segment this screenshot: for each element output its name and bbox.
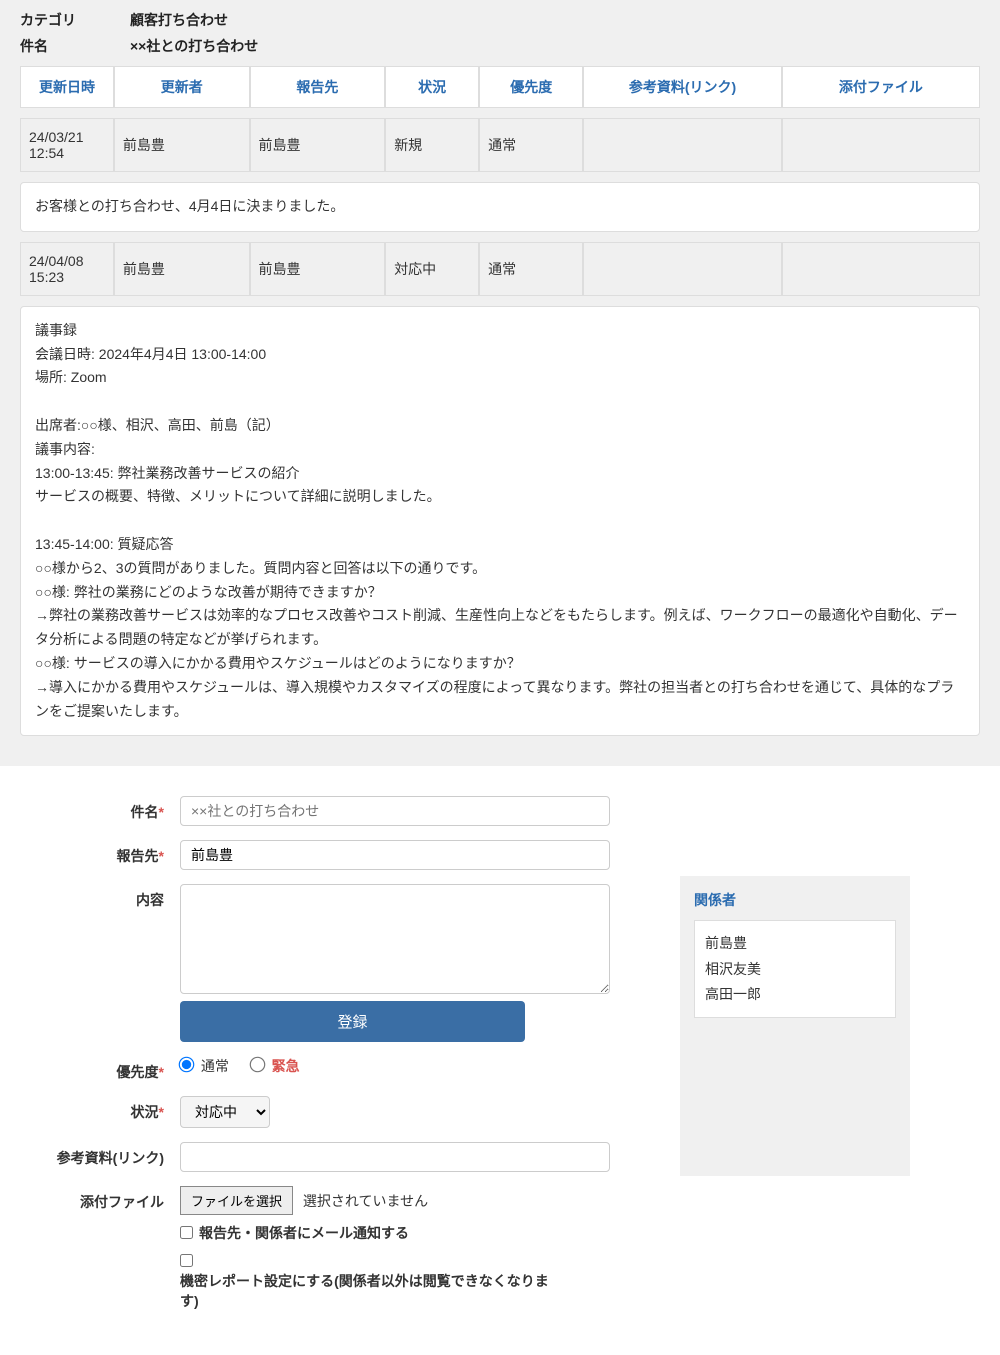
cell-attachment <box>782 242 980 296</box>
cell-date: 24/04/08 15:23 <box>20 242 114 296</box>
cell-report-to: 前島豊 <box>250 242 386 296</box>
history-entry: 24/04/08 15:23 前島豊 前島豊 対応中 通常 <box>20 242 980 296</box>
cell-priority: 通常 <box>479 118 583 172</box>
related-person: 相沢友美 <box>705 957 885 982</box>
col-attachment: 添付ファイル <box>782 66 980 108</box>
priority-urgent-option[interactable]: 緊急 <box>251 1058 300 1074</box>
status-select[interactable]: 対応中 <box>180 1096 270 1128</box>
cell-status: 新規 <box>385 118 479 172</box>
col-report-to: 報告先 <box>250 66 386 108</box>
content-field-label: 内容 <box>20 884 180 910</box>
col-updated-at: 更新日時 <box>20 66 114 108</box>
cell-updater: 前島豊 <box>114 242 250 296</box>
report-to-input[interactable] <box>180 840 610 870</box>
category-label: カテゴリ <box>20 10 130 30</box>
subject-field-label: 件名* <box>20 796 180 822</box>
cell-status: 対応中 <box>385 242 479 296</box>
file-status-text: 選択されていません <box>303 1193 428 1209</box>
reference-field-label: 参考資料(リンク) <box>20 1142 180 1168</box>
related-list: 前島豊 相沢友美 高田一郎 <box>694 920 896 1018</box>
attachment-field-label: 添付ファイル <box>20 1186 180 1212</box>
related-panel: 関係者 前島豊 相沢友美 高田一郎 <box>680 876 910 1176</box>
history-note: 議事録 会議日時: 2024年4月4日 13:00-14:00 場所: Zoom… <box>20 306 980 737</box>
file-select-button[interactable]: ファイルを選択 <box>180 1186 293 1215</box>
priority-normal-option[interactable]: 通常 <box>180 1058 229 1074</box>
cell-attachment <box>782 118 980 172</box>
cell-reference <box>583 242 781 296</box>
history-note: お客様との打ち合わせ、4月4日に決まりました。 <box>20 182 980 232</box>
notify-checkbox[interactable] <box>180 1226 193 1239</box>
category-value: 顧客打ち合わせ <box>130 10 228 30</box>
history-entry: 24/03/21 12:54 前島豊 前島豊 新規 通常 <box>20 118 980 172</box>
col-updated-by: 更新者 <box>114 66 250 108</box>
cell-date: 24/03/21 12:54 <box>20 118 114 172</box>
related-title: 関係者 <box>694 890 896 910</box>
related-person: 前島豊 <box>705 931 885 956</box>
report-to-field-label: 報告先* <box>20 840 180 866</box>
confidential-checkbox[interactable] <box>180 1254 193 1267</box>
confidential-label: 機密レポート設定にする(関係者以外は閲覧できなくなります) <box>180 1271 560 1311</box>
table-row: 24/03/21 12:54 前島豊 前島豊 新規 通常 <box>20 118 980 172</box>
col-status: 状況 <box>385 66 479 108</box>
content-textarea[interactable] <box>180 884 610 994</box>
meta-category: カテゴリ 顧客打ち合わせ <box>20 10 980 30</box>
meta-subject: 件名 ××社との打ち合わせ <box>20 36 980 56</box>
subject-value: ××社との打ち合わせ <box>130 36 258 56</box>
history-table: 更新日時 更新者 報告先 状況 優先度 参考資料(リンク) 添付ファイル <box>20 66 980 108</box>
subject-input[interactable] <box>180 796 610 826</box>
status-field-label: 状況* <box>20 1096 180 1122</box>
table-row: 24/04/08 15:23 前島豊 前島豊 対応中 通常 <box>20 242 980 296</box>
priority-field-label: 優先度* <box>20 1056 180 1082</box>
cell-priority: 通常 <box>479 242 583 296</box>
col-reference: 参考資料(リンク) <box>583 66 781 108</box>
related-person: 高田一郎 <box>705 982 885 1007</box>
cell-updater: 前島豊 <box>114 118 250 172</box>
history-panel: カテゴリ 顧客打ち合わせ 件名 ××社との打ち合わせ 更新日時 更新者 報告先 … <box>0 0 1000 766</box>
cell-reference <box>583 118 781 172</box>
priority-urgent-radio[interactable] <box>249 1057 265 1073</box>
notify-label: 報告先・関係者にメール通知する <box>199 1223 409 1243</box>
form-main: 件名* 報告先* 内容 登録 優先度* 通常 緊急 状況* <box>20 796 640 1325</box>
header-row: 更新日時 更新者 報告先 状況 優先度 参考資料(リンク) 添付ファイル <box>20 66 980 108</box>
reference-input[interactable] <box>180 1142 610 1172</box>
cell-report-to: 前島豊 <box>250 118 386 172</box>
form-panel: 件名* 報告先* 内容 登録 優先度* 通常 緊急 状況* <box>0 766 1000 1355</box>
priority-normal-radio[interactable] <box>179 1057 195 1073</box>
submit-button[interactable]: 登録 <box>180 1001 525 1042</box>
subject-label: 件名 <box>20 36 130 56</box>
col-priority: 優先度 <box>479 66 583 108</box>
